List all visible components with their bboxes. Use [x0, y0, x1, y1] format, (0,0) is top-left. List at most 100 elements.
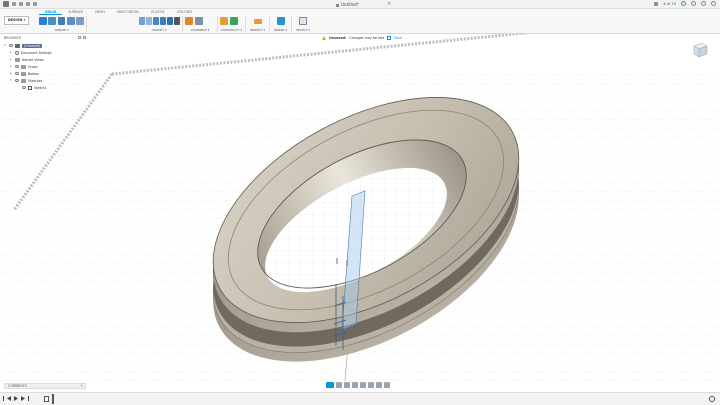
- caret-right-icon[interactable]: ▸: [10, 51, 13, 54]
- app-menu-icon[interactable]: [3, 1, 9, 7]
- file-icon[interactable]: [12, 2, 16, 6]
- tree-item-document-settings[interactable]: ▸ Document Settings: [4, 49, 84, 56]
- jobs-status[interactable]: 4 of 10: [663, 2, 676, 6]
- visibility-icon[interactable]: [22, 86, 26, 89]
- create-sketch-icon[interactable]: [39, 17, 47, 25]
- grid-settings-icon[interactable]: [376, 382, 382, 388]
- joint-icon[interactable]: [194, 17, 203, 25]
- fit-icon[interactable]: [360, 382, 366, 388]
- go-to-end-icon[interactable]: [28, 396, 29, 401]
- tree-item-named-views[interactable]: ▸ Named Views: [4, 56, 84, 63]
- caret-down-icon[interactable]: ▾: [10, 79, 13, 82]
- orbit-icon[interactable]: [326, 382, 334, 388]
- folder-icon: [21, 78, 26, 83]
- tree-item-origin[interactable]: ▸ Origin: [4, 63, 84, 70]
- add-comment-button[interactable]: +: [80, 384, 83, 388]
- ribbon-groups: CREATE ▾ MODIFY ▾ ASSEMBLE ▾ CONSTRUCT ▾…: [37, 16, 314, 32]
- revolve-icon[interactable]: [57, 17, 66, 25]
- new-component-icon[interactable]: [185, 17, 193, 25]
- timeline: [0, 392, 720, 405]
- title-bar-left: [3, 1, 37, 7]
- viewports-icon[interactable]: [384, 382, 390, 388]
- tab-sheet-metal[interactable]: SHEET METAL: [111, 10, 146, 15]
- zoom-icon[interactable]: [352, 382, 358, 388]
- display-settings-icon[interactable]: [368, 382, 374, 388]
- tab-solid[interactable]: SOLID: [39, 10, 63, 15]
- visibility-icon[interactable]: [9, 44, 13, 47]
- save-link[interactable]: Save: [394, 36, 402, 40]
- tree-item-sketch1[interactable]: Sketch1: [4, 84, 84, 91]
- construct-menu[interactable]: CONSTRUCT ▾: [218, 28, 245, 32]
- shell-icon[interactable]: [160, 17, 166, 25]
- timeline-marker[interactable]: [52, 394, 54, 404]
- toolbar-ribbon: DESIGN ▾ SOLID SURFACE MESH SHEET METAL …: [0, 9, 720, 34]
- select-menu[interactable]: SELECT ▾: [292, 28, 314, 32]
- chamfer-icon[interactable]: [153, 17, 159, 25]
- browser-tree: ▾ (Unsaved) ▸ Document Settings ▸ Named …: [4, 42, 84, 91]
- tree-item-sketches[interactable]: ▾ Sketches: [4, 77, 84, 84]
- browser-collapse-icon[interactable]: [78, 36, 81, 39]
- pattern-icon[interactable]: [76, 17, 84, 25]
- insert-menu[interactable]: INSERT ▾: [270, 28, 291, 32]
- tab-plastic[interactable]: PLASTIC: [145, 10, 171, 15]
- title-bar-right: 4 of 10: [654, 1, 716, 6]
- view-cube[interactable]: [690, 40, 710, 60]
- timeline-settings-icon[interactable]: [709, 396, 715, 402]
- press-pull-icon[interactable]: [139, 17, 145, 25]
- inspect-group: INSPECT ▾: [246, 16, 270, 32]
- new-tab-icon[interactable]: [654, 1, 659, 6]
- tab-mesh[interactable]: MESH: [89, 10, 111, 15]
- modify-menu[interactable]: MODIFY ▾: [87, 28, 182, 32]
- assemble-menu[interactable]: ASSEMBLE ▾: [183, 28, 217, 32]
- look-at-icon[interactable]: [336, 382, 342, 388]
- step-back-icon[interactable]: [7, 396, 11, 401]
- timeline-sketch-feature[interactable]: [44, 396, 49, 402]
- caret-right-icon[interactable]: ▸: [10, 58, 13, 61]
- midplane-icon[interactable]: [229, 17, 238, 25]
- create-menu[interactable]: CREATE ▾: [37, 28, 86, 32]
- save-icon[interactable]: [387, 36, 392, 40]
- save-icon[interactable]: [19, 2, 23, 6]
- tab-utilities[interactable]: UTILITIES: [171, 10, 198, 15]
- insert-group: INSERT ▾: [270, 16, 292, 32]
- notifications-icon[interactable]: [691, 1, 696, 6]
- visibility-icon[interactable]: [15, 79, 19, 82]
- workspace-switcher[interactable]: DESIGN ▾: [4, 16, 29, 25]
- lock-icon: [336, 3, 339, 7]
- folder-icon: [15, 57, 20, 62]
- inspect-menu[interactable]: INSPECT ▾: [246, 28, 269, 32]
- close-tab-button[interactable]: ×: [387, 1, 391, 7]
- combine-icon[interactable]: [167, 17, 173, 25]
- visibility-icon[interactable]: [15, 72, 19, 75]
- browser-pin-icon[interactable]: [83, 36, 86, 39]
- modify-group: MODIFY ▾: [87, 16, 183, 32]
- select-cursor-icon[interactable]: [299, 17, 307, 25]
- extrude-icon[interactable]: [48, 17, 57, 25]
- step-forward-icon[interactable]: [21, 396, 25, 401]
- tree-root[interactable]: ▾ (Unsaved): [4, 42, 84, 49]
- comments-panel[interactable]: COMMENTS +: [4, 383, 86, 389]
- document-title: Untitled*: [336, 2, 359, 7]
- user-avatar-icon[interactable]: [711, 1, 716, 6]
- undo-icon[interactable]: [26, 2, 30, 6]
- redo-icon[interactable]: [33, 2, 37, 6]
- grid-edge-top: [111, 34, 530, 76]
- visibility-icon[interactable]: [15, 65, 19, 68]
- measure-icon[interactable]: [253, 19, 262, 24]
- 3d-viewport[interactable]: [0, 34, 720, 381]
- caret-right-icon[interactable]: ▸: [10, 72, 13, 75]
- tab-surface[interactable]: SURFACE: [62, 10, 89, 15]
- caret-right-icon[interactable]: ▸: [10, 65, 13, 68]
- fillet-icon[interactable]: [146, 17, 152, 25]
- hole-icon[interactable]: [66, 17, 75, 25]
- tree-item-bodies[interactable]: ▸ Bodies: [4, 70, 84, 77]
- job-status-icon[interactable]: [681, 1, 686, 6]
- go-to-start-icon[interactable]: [3, 396, 4, 401]
- caret-down-icon[interactable]: ▾: [4, 44, 7, 47]
- help-icon[interactable]: [701, 1, 706, 6]
- offset-plane-icon[interactable]: [220, 17, 228, 25]
- move-icon[interactable]: [174, 17, 180, 25]
- insert-image-icon[interactable]: [276, 17, 285, 25]
- pan-icon[interactable]: [344, 382, 350, 388]
- play-icon[interactable]: [14, 396, 18, 401]
